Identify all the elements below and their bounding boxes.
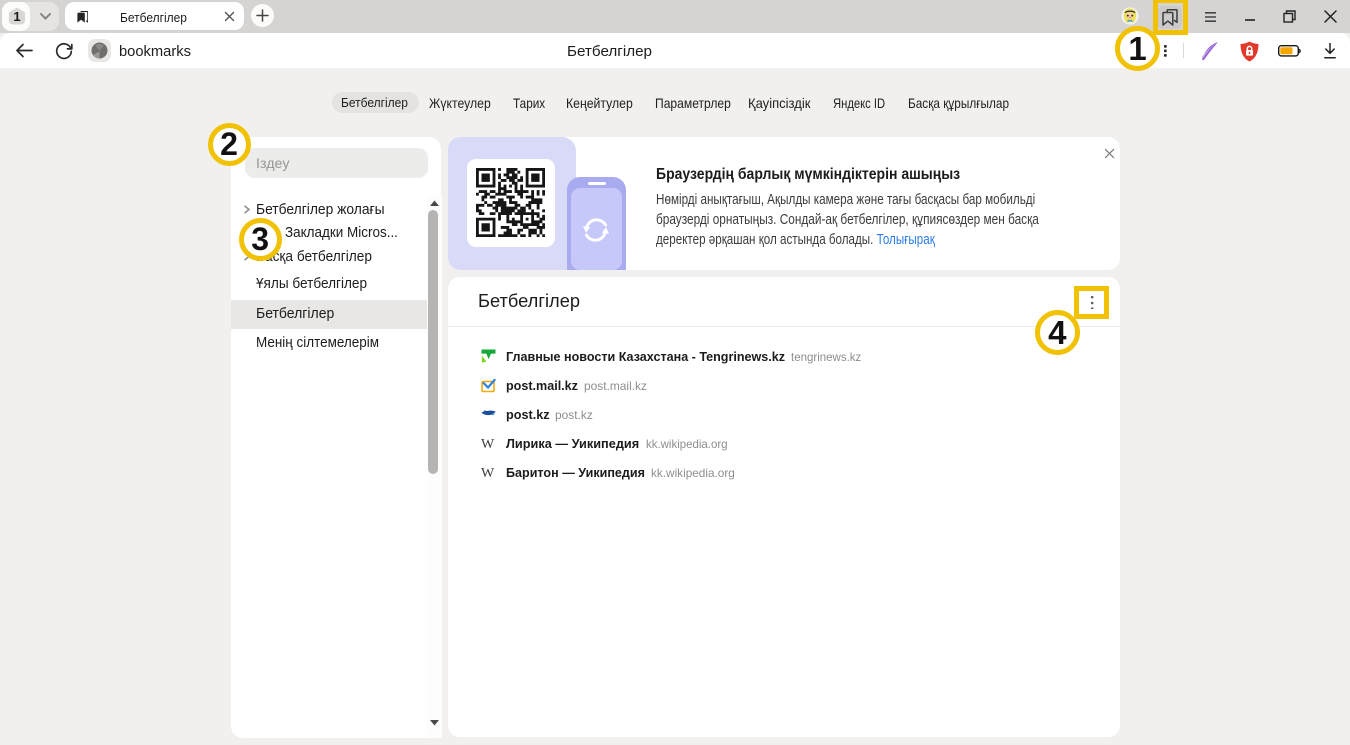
svg-text:1: 1	[13, 9, 20, 24]
svg-text:W: W	[481, 437, 495, 451]
svg-text:W: W	[481, 466, 495, 480]
